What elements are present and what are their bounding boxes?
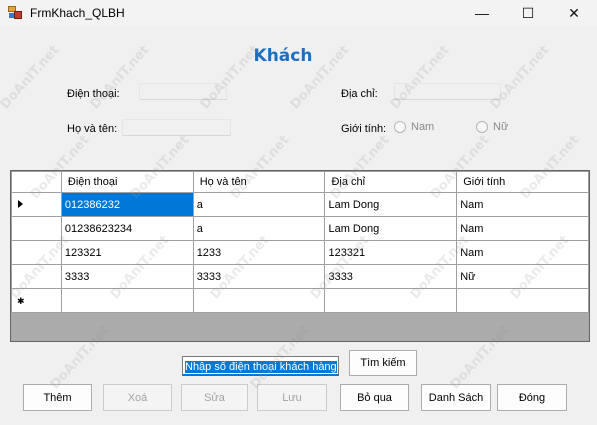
row-header-new[interactable]: ✱ (11, 288, 62, 313)
grid-cell[interactable]: 01238623234 (60, 216, 194, 241)
address-label: Địa chỉ: (341, 88, 378, 100)
phone-label: Điện thoại: (67, 88, 120, 100)
search-button[interactable]: Tìm kiếm (349, 350, 417, 376)
gender-female-label: Nữ (493, 121, 509, 133)
grid-table: Điện thoại Họ và tên Địa chỉ Giới tính 0… (11, 171, 589, 313)
grid-cell[interactable]: 012386232 (60, 192, 194, 217)
grid-cell[interactable]: 3333 (192, 264, 326, 289)
table-row[interactable]: 3333 3333 3333 Nữ (11, 264, 589, 289)
row-header[interactable] (11, 216, 62, 241)
grid-cell[interactable]: Nữ (456, 264, 589, 289)
name-input[interactable] (122, 119, 231, 136)
grid-cell[interactable] (60, 288, 194, 313)
phone-input[interactable] (139, 83, 227, 100)
customer-grid[interactable]: Điện thoại Họ và tên Địa chỉ Giới tính 0… (10, 170, 590, 342)
radio-circle-icon (394, 121, 406, 133)
add-button[interactable]: Thêm (23, 384, 92, 411)
column-header-phone[interactable]: Điện thoại (60, 171, 194, 193)
phone-search-text: Nhập số điện thoại khách hàng (185, 361, 337, 373)
app-icon (8, 6, 22, 19)
row-header[interactable] (11, 240, 62, 265)
window-title: FrmKhach_QLBH (30, 6, 125, 20)
current-row-arrow-icon (18, 199, 23, 208)
grid-cell[interactable] (192, 288, 326, 313)
close-button[interactable]: Đóng (497, 384, 567, 411)
gender-label: Giới tính: (341, 123, 387, 135)
form-heading: Khách (253, 46, 313, 66)
grid-cell[interactable]: Nam (456, 240, 589, 265)
row-header-current[interactable] (11, 192, 62, 217)
table-row[interactable]: 123321 1233 123321 Nam (11, 240, 589, 265)
skip-button[interactable]: Bỏ qua (340, 384, 409, 411)
grid-cell[interactable]: 3333 (324, 264, 458, 289)
gender-male-radio[interactable]: Nam (394, 121, 434, 133)
grid-corner-header (11, 171, 62, 193)
column-header-name[interactable]: Họ và tên (192, 171, 326, 193)
grid-cell[interactable]: 3333 (60, 264, 194, 289)
grid-cell[interactable]: Lam Dong (324, 192, 458, 217)
list-button[interactable]: Danh Sách (421, 384, 491, 411)
row-header[interactable] (11, 264, 62, 289)
new-row-star-icon: ✱ (17, 295, 25, 306)
maximize-button[interactable]: ☐ (505, 0, 551, 26)
grid-cell[interactable]: a (192, 192, 326, 217)
name-label: Họ và tên: (67, 123, 118, 135)
column-header-gender[interactable]: Giới tính (456, 171, 589, 193)
edit-button[interactable]: Sửa (181, 384, 248, 411)
grid-cell[interactable]: Nam (456, 216, 589, 241)
grid-cell[interactable] (456, 288, 589, 313)
grid-cell[interactable] (324, 288, 458, 313)
phone-search-input[interactable]: Nhập số điện thoại khách hàng (182, 356, 339, 376)
table-row[interactable]: 012386232 a Lam Dong Nam (11, 192, 589, 217)
close-window-button[interactable]: ✕ (551, 0, 597, 26)
grid-cell[interactable]: Nam (456, 192, 589, 217)
grid-cell[interactable]: a (192, 216, 326, 241)
new-row[interactable]: ✱ (11, 288, 589, 313)
title-bar: FrmKhach_QLBH — ☐ ✕ (0, 0, 597, 26)
radio-circle-icon (476, 121, 488, 133)
minimize-button[interactable]: — (459, 0, 505, 26)
grid-cell[interactable]: 123321 (60, 240, 194, 265)
grid-cell[interactable]: Lam Dong (324, 216, 458, 241)
table-row[interactable]: 01238623234 a Lam Dong Nam (11, 216, 589, 241)
delete-button[interactable]: Xoá (103, 384, 172, 411)
gender-female-radio[interactable]: Nữ (476, 121, 508, 133)
gender-male-label: Nam (411, 121, 435, 133)
save-button[interactable]: Lưu (257, 384, 327, 411)
grid-cell[interactable]: 1233 (192, 240, 326, 265)
address-input[interactable] (394, 83, 501, 100)
column-header-address[interactable]: Địa chỉ (324, 171, 458, 193)
grid-header-row: Điện thoại Họ và tên Địa chỉ Giới tính (11, 171, 589, 193)
grid-cell[interactable]: 123321 (324, 240, 458, 265)
